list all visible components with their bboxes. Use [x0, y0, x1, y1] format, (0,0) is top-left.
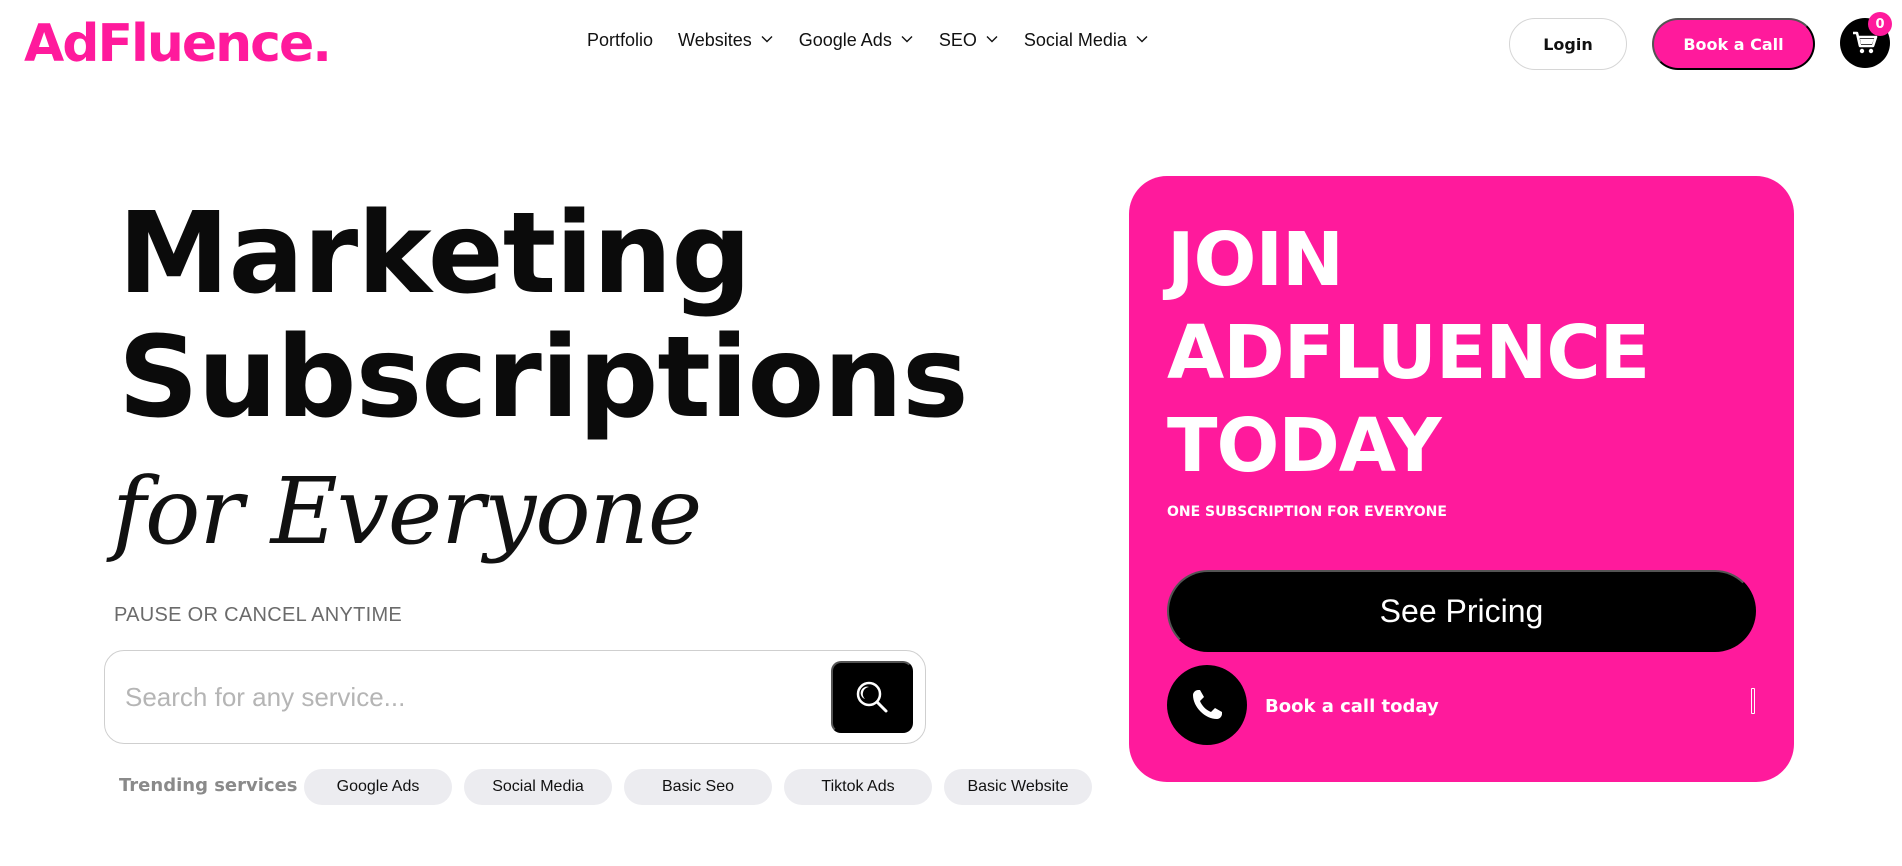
cart-count-badge: 0 [1868, 12, 1892, 36]
chevron-down-icon [1136, 35, 1148, 42]
nav-item-label: Websites [678, 30, 752, 50]
nav-item-label: Portfolio [587, 30, 654, 50]
hero-tagline: PAUSE OR CANCEL ANYTIME [114, 604, 403, 626]
trending-chips: Google Ads Social Media Basic Seo Tiktok… [304, 769, 1104, 805]
call-button[interactable] [1167, 665, 1247, 745]
promo-title-line-3: TODAY [1167, 403, 1442, 489]
brand-logo[interactable]: AdFluence. [24, 14, 332, 74]
trending-label: Trending services [119, 775, 298, 796]
hero-script-subtitle: for Everyone [112, 458, 702, 565]
drag-handle[interactable] [1751, 688, 1755, 714]
nav-item-label: Social Media [1023, 30, 1127, 50]
nav-item-portfolio[interactable]: Portfolio [587, 30, 653, 51]
main-nav: Portfolio Websites Google Ads SEO Social… [587, 30, 1174, 51]
nav-item-seo[interactable]: SEO [939, 30, 998, 51]
book-call-button[interactable]: Book a Call [1652, 18, 1815, 70]
promo-title-line-2: ADFLUENCE [1167, 310, 1650, 396]
promo-title: JOIN ADFLUENCE TODAY [1167, 214, 1650, 493]
phone-icon [1193, 690, 1222, 719]
nav-item-social-media[interactable]: Social Media [1024, 30, 1148, 51]
promo-subtitle: ONE SUBSCRIPTION FOR EVERYONE [1167, 504, 1447, 520]
nav-item-google-ads[interactable]: Google Ads [799, 30, 913, 51]
chevron-down-icon [986, 35, 998, 42]
book-call-today-link[interactable]: Book a call today [1265, 696, 1439, 717]
search-button[interactable] [831, 661, 913, 733]
search-icon [856, 681, 888, 713]
nav-item-label: Google Ads [798, 30, 892, 50]
see-pricing-button[interactable]: See Pricing [1167, 570, 1756, 652]
chip-basic-website[interactable]: Basic Website [944, 769, 1092, 805]
service-search [104, 650, 926, 744]
chip-social-media[interactable]: Social Media [464, 769, 612, 805]
chip-google-ads[interactable]: Google Ads [304, 769, 452, 805]
hero-title-line-1: Marketing [118, 189, 752, 319]
hero-title-line-2: Subscriptions [118, 313, 969, 443]
login-button[interactable]: Login [1509, 18, 1627, 70]
hero-title: Marketing Subscriptions [118, 189, 969, 443]
chevron-down-icon [761, 35, 773, 42]
promo-title-line-1: JOIN [1167, 217, 1344, 303]
chip-basic-seo[interactable]: Basic Seo [624, 769, 772, 805]
nav-item-websites[interactable]: Websites [678, 30, 773, 51]
nav-item-label: SEO [938, 30, 977, 50]
chip-tiktok-ads[interactable]: Tiktok Ads [784, 769, 932, 805]
promo-card: JOIN ADFLUENCE TODAY ONE SUBSCRIPTION FO… [1129, 176, 1794, 782]
chevron-down-icon [901, 35, 913, 42]
search-input[interactable] [125, 671, 785, 723]
